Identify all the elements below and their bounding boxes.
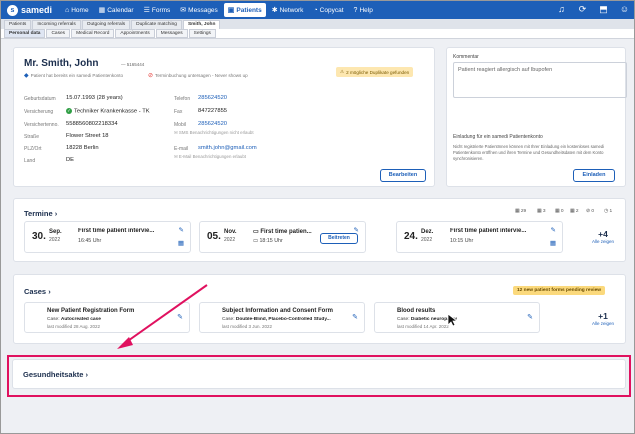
mouse-cursor-icon	[447, 313, 457, 327]
arrow-line	[124, 284, 208, 344]
app-window: s samedi ⌂ Home ▦ Calendar ☰ Forms ✉ Message…	[0, 0, 635, 434]
annotation-arrow	[117, 284, 208, 349]
